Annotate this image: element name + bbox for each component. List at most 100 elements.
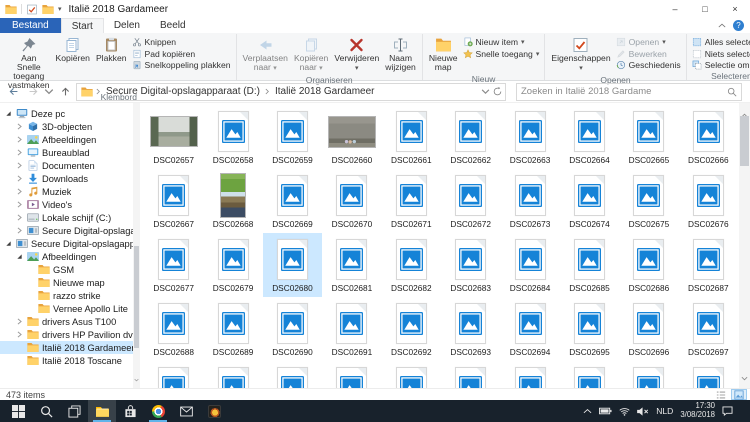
clock[interactable]: 17:30 3/08/2018 [680, 402, 715, 420]
address-dropdown-icon[interactable] [481, 87, 490, 96]
file-dsc02685[interactable]: DSC02685 [560, 233, 619, 297]
volume-muted-icon[interactable] [637, 407, 649, 416]
sidebar-item-vernee-apollo-lite[interactable]: Vernee Apollo Lite [0, 302, 133, 315]
nieuw-item-button[interactable]: Nieuw item▾ [463, 37, 540, 48]
file-dsc02668[interactable]: DSC02668 [203, 169, 262, 233]
sidebar-item-afbeeldingen[interactable]: Afbeeldingen [0, 250, 133, 263]
sidebar-item-drivers-hp-pavilion-dv6000[interactable]: drivers HP Pavilion dv6000 [0, 328, 133, 341]
sidebar-item-muziek[interactable]: Muziek [0, 185, 133, 198]
file-list-scrollbar[interactable] [739, 103, 750, 388]
file-dsc02660[interactable]: DSC02660 [322, 105, 381, 169]
file-item-partial[interactable] [144, 361, 203, 388]
file-dsc02692[interactable]: DSC02692 [382, 297, 441, 361]
file-item-partial[interactable] [441, 361, 500, 388]
sidebar-item-afbeeldingen[interactable]: Afbeeldingen [0, 133, 133, 146]
ribbon-collapse-icon[interactable] [718, 23, 726, 28]
help-icon[interactable]: ? [733, 20, 744, 31]
sidebar-item-deze-pc[interactable]: Deze pc [0, 107, 133, 120]
file-dsc02675[interactable]: DSC02675 [619, 169, 678, 233]
file-item-partial[interactable] [263, 361, 322, 388]
breadcrumb-drive[interactable]: Secure Digital-opslagapparaat (D:) [104, 86, 262, 97]
kopi-ren-naar-button[interactable]: Kopiëren naar ▾ [291, 34, 331, 75]
file-dsc02686[interactable]: DSC02686 [619, 233, 678, 297]
file-dsc02680[interactable]: DSC02680 [263, 233, 322, 297]
address-bar[interactable]: Secure Digital-opslagapparaat (D:) Itali… [76, 83, 506, 101]
sidebar-item-downloads[interactable]: Downloads [0, 172, 133, 185]
maximize-button[interactable]: □ [690, 0, 720, 18]
file-dsc02681[interactable]: DSC02681 [322, 233, 381, 297]
file-dsc02669[interactable]: DSC02669 [263, 169, 322, 233]
expander-closed-icon[interactable] [15, 227, 24, 234]
expander-open-icon[interactable] [4, 110, 13, 117]
scroll-down-icon[interactable] [739, 368, 750, 386]
sidebar-item-documenten[interactable]: Documenten [0, 159, 133, 172]
file-dsc02662[interactable]: DSC02662 [441, 105, 500, 169]
sidebar-scroll-down-icon[interactable] [133, 369, 140, 387]
tab-bestand[interactable]: Bestand [0, 18, 61, 33]
alles-selecteren-button[interactable]: Alles selecteren [692, 37, 750, 48]
file-dsc02693[interactable]: DSC02693 [441, 297, 500, 361]
selectie-omkeren-button[interactable]: Selectie omkeren [692, 60, 750, 71]
plakken-button[interactable]: Plakken [93, 34, 130, 65]
forward-button[interactable] [24, 83, 42, 101]
sidebar-item-drivers-asus-t100[interactable]: drivers Asus T100 [0, 315, 133, 328]
file-dsc02697[interactable]: DSC02697 [679, 297, 738, 361]
expander-closed-icon[interactable] [15, 149, 24, 156]
scrollbar-thumb[interactable] [740, 116, 749, 166]
naam-wijzigen-button[interactable]: Naam wijzigen [382, 34, 419, 74]
minimize-button[interactable]: – [660, 0, 690, 18]
file-dsc02677[interactable]: DSC02677 [144, 233, 203, 297]
file-dsc02671[interactable]: DSC02671 [382, 169, 441, 233]
file-dsc02688[interactable]: DSC02688 [144, 297, 203, 361]
up-button[interactable] [56, 83, 74, 101]
language-indicator[interactable]: NLD [656, 406, 673, 416]
file-item-partial[interactable] [322, 361, 381, 388]
taskbar-file-explorer-button[interactable] [88, 400, 116, 422]
action-center-icon[interactable] [722, 406, 733, 416]
pad-kopi-ren-button[interactable]: Pad kopiëren [132, 49, 231, 60]
sidebar-item-itali-2018-toscane[interactable]: Italië 2018 Toscane [0, 354, 133, 367]
sidebar-item-secure-digital-opslagapparaat-d[interactable]: Secure Digital-opslagapparaat (D:) [0, 237, 133, 250]
sidebar-item-3d-objecten[interactable]: 3D-objecten [0, 120, 133, 133]
sidebar-item-bureaublad[interactable]: Bureaublad [0, 146, 133, 159]
sidebar-item-secure-digital-opslagapparaat-d[interactable]: Secure Digital-opslagapparaat (D:) [0, 224, 133, 237]
taskbar-start-button[interactable] [4, 400, 32, 422]
expander-closed-icon[interactable] [15, 318, 24, 325]
nieuwe-map-button[interactable]: Nieuwe map [426, 34, 461, 74]
file-dsc02663[interactable]: DSC02663 [500, 105, 559, 169]
file-dsc02689[interactable]: DSC02689 [203, 297, 262, 361]
expander-closed-icon[interactable] [15, 162, 24, 169]
file-dsc02658[interactable]: DSC02658 [203, 105, 262, 169]
file-item-partial[interactable] [560, 361, 619, 388]
sidebar-item-itali-2018-gardameer[interactable]: Italië 2018 Gardameer [0, 341, 133, 354]
file-dsc02690[interactable]: DSC02690 [263, 297, 322, 361]
file-item-partial[interactable] [679, 361, 738, 388]
geschiedenis-button[interactable]: Geschiedenis [616, 60, 681, 71]
file-item-partial[interactable] [382, 361, 441, 388]
expander-closed-icon[interactable] [15, 175, 24, 182]
sidebar-scrollbar-thumb[interactable] [134, 246, 139, 349]
hidden-icons-chevron-icon[interactable] [583, 408, 592, 414]
sidebar-item-lokale-schijf-c[interactable]: Lokale schijf (C:) [0, 211, 133, 224]
verwijderen-button[interactable]: Verwijderen ▾ [331, 34, 382, 75]
eigenschappen-button[interactable]: Eigenschappen ▾ [548, 34, 613, 75]
file-dsc02682[interactable]: DSC02682 [382, 233, 441, 297]
qat-customize-chevron-icon[interactable]: ▾ [58, 5, 62, 13]
breadcrumb-chevron-icon[interactable] [96, 88, 101, 95]
file-dsc02695[interactable]: DSC02695 [560, 297, 619, 361]
kopi-ren-button[interactable]: Kopiëren [53, 34, 93, 65]
breadcrumb-chevron-icon[interactable] [265, 88, 270, 95]
details-view-button[interactable] [713, 389, 729, 400]
sidebar-item-gsm[interactable]: GSM [0, 263, 133, 276]
file-dsc02667[interactable]: DSC02667 [144, 169, 203, 233]
recent-locations-chevron-icon[interactable] [44, 83, 54, 101]
file-dsc02665[interactable]: DSC02665 [619, 105, 678, 169]
sidebar-item-razzo-strike[interactable]: razzo strike [0, 289, 133, 302]
file-item-partial[interactable] [500, 361, 559, 388]
qat-properties-icon[interactable] [26, 4, 38, 15]
expander-closed-icon[interactable] [15, 136, 24, 143]
file-item-partial[interactable] [203, 361, 262, 388]
taskbar-task-view-button[interactable] [60, 400, 88, 422]
expander-open-icon[interactable] [4, 240, 13, 247]
file-dsc02674[interactable]: DSC02674 [560, 169, 619, 233]
